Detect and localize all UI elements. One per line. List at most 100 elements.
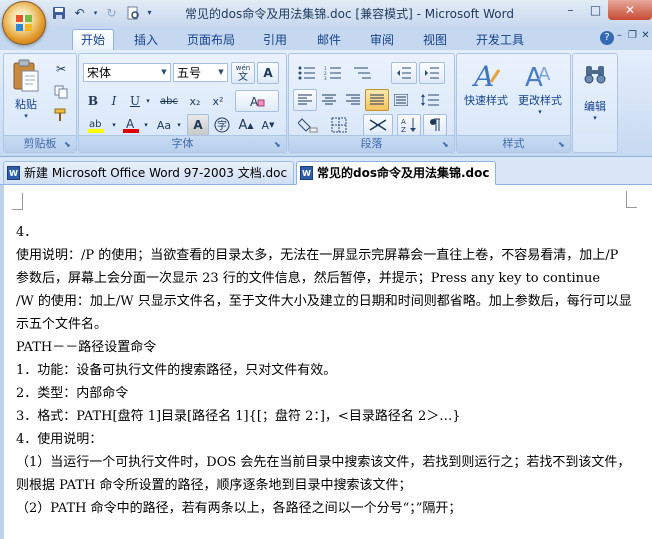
strikethrough-button[interactable]: abc [155,90,183,112]
superscript-button[interactable]: x² [207,90,229,112]
underline-dropdown-icon[interactable]: ▾ [143,90,153,112]
styles-group: A 快速样式 A A 更改样式 ▾ 样式 ⬊ [456,53,571,153]
bold-button[interactable]: B [83,90,103,112]
doc-restore-icon[interactable]: ❐ [626,30,639,41]
ribbon: 粘贴 ▾ ✂ 剪贴板 ⬊ 宋体 ▼ 五号 ▼ wén 文 A B I U ▾ a… [0,50,652,157]
chinese-layout-icon[interactable] [363,114,393,136]
format-painter-icon[interactable] [50,104,72,126]
clipboard-launcher-icon[interactable]: ⬊ [64,140,73,149]
numbering-icon[interactable]: 123 [319,62,347,84]
svg-text:A: A [538,64,551,85]
font-color-dropdown-icon[interactable]: ▾ [141,114,151,136]
styles-launcher-icon[interactable]: ⬊ [558,140,567,149]
svg-text:A: A [126,117,135,131]
doc-tab-new-document[interactable]: W 新建 Microsoft Office Word 97-2003 文档.do… [3,161,295,184]
change-styles-dropdown-icon[interactable]: ▾ [538,108,542,116]
tab-insert[interactable]: 插入 [126,30,166,50]
redo-icon[interactable]: ↻ [103,4,120,21]
character-shading-button[interactable]: A [187,114,209,136]
clear-formatting-button[interactable]: A [235,90,279,112]
undo-icon[interactable]: ↶ [71,4,88,21]
paragraph-launcher-icon[interactable]: ⬊ [442,140,451,149]
tab-review[interactable]: 审阅 [362,30,402,50]
tab-page-layout[interactable]: 页面布局 [179,30,243,50]
word-doc-icon: W [300,166,313,180]
tab-view[interactable]: 视图 [415,30,455,50]
italic-button[interactable]: I [104,90,124,112]
quick-styles-button[interactable]: A 快速样式 [460,60,512,108]
justify-icon[interactable] [365,89,389,111]
multilevel-list-icon[interactable] [347,62,377,84]
close-button[interactable]: ✕ [608,0,652,20]
save-icon[interactable] [50,4,67,21]
doc-tab-label: 新建 Microsoft Office Word 97-2003 文档.doc [24,166,288,180]
font-size-dropdown-icon[interactable]: ▼ [215,64,227,81]
grow-font-button[interactable]: A ▲ [235,114,257,136]
change-case-button[interactable]: Aa [152,114,176,136]
tab-references[interactable]: 引用 [255,30,295,50]
font-name-combo[interactable]: 宋体 ▼ [83,63,171,82]
change-styles-icon: A A [525,63,551,92]
increase-indent-icon[interactable] [419,62,445,84]
font-color-button[interactable]: A [119,114,143,136]
doc-paragraph: 3．格式：PATH[盘符 1]目录[路径名 1]{[；盘符 2：]，<目录路径名… [16,409,461,424]
line-spacing-icon[interactable] [415,89,445,111]
highlight-color-button[interactable]: ab [83,114,111,136]
print-preview-icon[interactable] [124,4,141,21]
paste-dropdown-icon[interactable]: ▾ [24,112,28,120]
editing-button[interactable]: 编辑 ▾ [575,62,615,122]
doc-minimize-icon[interactable]: – [613,30,626,41]
change-styles-button[interactable]: A A 更改样式 ▾ [514,60,566,116]
doc-tab-dos-commands[interactable]: W 常见的dos命令及用法集锦.doc [296,161,497,185]
editing-group: 编辑 ▾ [572,53,618,153]
cut-icon[interactable]: ✂ [50,58,72,80]
change-case-dropdown-icon[interactable]: ▾ [174,114,184,136]
underline-button[interactable]: U [125,90,145,112]
maximize-button[interactable]: □ [583,0,608,20]
clear-formatting-icon: A [250,95,265,108]
window-title: 常见的dos命令及用法集锦.doc [兼容模式] - Microsoft Wor… [185,7,514,21]
svg-text:字: 字 [217,119,227,132]
paste-icon [13,59,39,92]
minimize-button[interactable]: – [558,0,583,20]
font-name-dropdown-icon[interactable]: ▼ [158,64,170,81]
enclose-characters-icon[interactable]: 字 [211,114,233,136]
help-icon[interactable]: ? [600,31,614,45]
phonetic-guide-button[interactable]: wén 文 [231,62,255,84]
tab-developer[interactable]: 开发工具 [468,30,532,50]
align-right-icon[interactable] [341,89,365,111]
doc-paragraph: 4． [16,225,38,240]
font-launcher-icon[interactable]: ⬊ [274,140,283,149]
document-window-controls: – ❐ ✕ [613,30,652,41]
highlight-dropdown-icon[interactable]: ▾ [109,114,119,136]
tab-mailings[interactable]: 邮件 [309,30,349,50]
document-page[interactable]: 4． 使用说明：/P 的使用；当欲查看的目录太多，无法在一屏显示完屏幕会一直往上… [0,185,652,539]
grow-font-label: A [238,117,248,133]
tab-home[interactable]: 开始 [72,29,115,50]
distributed-icon[interactable] [389,89,413,111]
copy-icon[interactable] [50,81,72,103]
shading-icon[interactable] [293,114,323,136]
document-body[interactable]: 4． 使用说明：/P 的使用；当欲查看的目录太多，无法在一屏显示完屏幕会一直往上… [16,221,634,520]
bullets-icon[interactable] [293,62,321,84]
office-logo-icon [16,15,32,31]
font-name-value: 宋体 [87,66,112,80]
doc-close-icon[interactable]: ✕ [639,30,652,41]
character-border-button[interactable]: A [257,62,279,84]
customize-qat-icon[interactable]: ▾ [145,4,154,21]
align-left-icon[interactable] [293,89,317,111]
sort-icon[interactable]: AZ [397,114,421,136]
decrease-indent-icon[interactable] [391,62,417,84]
doc-paragraph: 1．功能：设备可执行文件的搜索路径，只对文件有效。 [16,363,337,378]
font-size-value: 五号 [177,66,202,80]
editing-dropdown-icon[interactable]: ▾ [593,114,597,122]
subscript-button[interactable]: x₂ [184,90,206,112]
paste-button[interactable]: 粘贴 ▾ [8,58,44,120]
borders-icon[interactable] [325,114,353,136]
shrink-font-button[interactable]: A ▼ [257,114,279,136]
show-paragraph-marks-icon[interactable] [423,114,447,136]
office-button[interactable] [2,1,46,45]
align-center-icon[interactable] [317,89,341,111]
font-size-combo[interactable]: 五号 ▼ [173,63,228,82]
undo-dropdown-icon[interactable]: ▾ [92,4,99,21]
